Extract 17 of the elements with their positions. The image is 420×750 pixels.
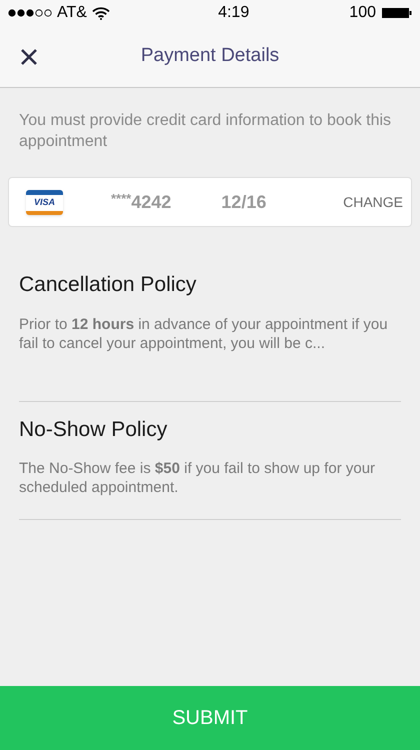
policy-text: Prior to 12 hours in advance of your appointment if you fail to cancel your appointment, you will be c...	[19, 314, 389, 352]
policy-title: No-Show Policy	[19, 416, 168, 442]
wifi-icon	[92, 6, 110, 20]
policy-text: The No-Show fee is $50 if you fail to show up for your scheduled appointment.	[19, 459, 376, 497]
visa-logo: VISA	[26, 190, 63, 214]
policy-title: Cancellation Policy	[19, 272, 198, 298]
card-expiry: 12/16	[221, 190, 266, 214]
notice-text: You must provide credit card information to book this appointment	[19, 111, 392, 152]
battery-percent: 100	[349, 3, 376, 23]
signal-icon	[8, 9, 52, 17]
close-icon	[20, 48, 38, 66]
status-time: 4:19	[217, 3, 250, 23]
card-number: ****4242	[111, 190, 172, 214]
change-button[interactable]: CHANGE	[343, 192, 403, 212]
battery-icon	[382, 7, 412, 19]
carrier-name: AT&	[57, 3, 87, 23]
header-title: Payment Details	[140, 44, 280, 68]
